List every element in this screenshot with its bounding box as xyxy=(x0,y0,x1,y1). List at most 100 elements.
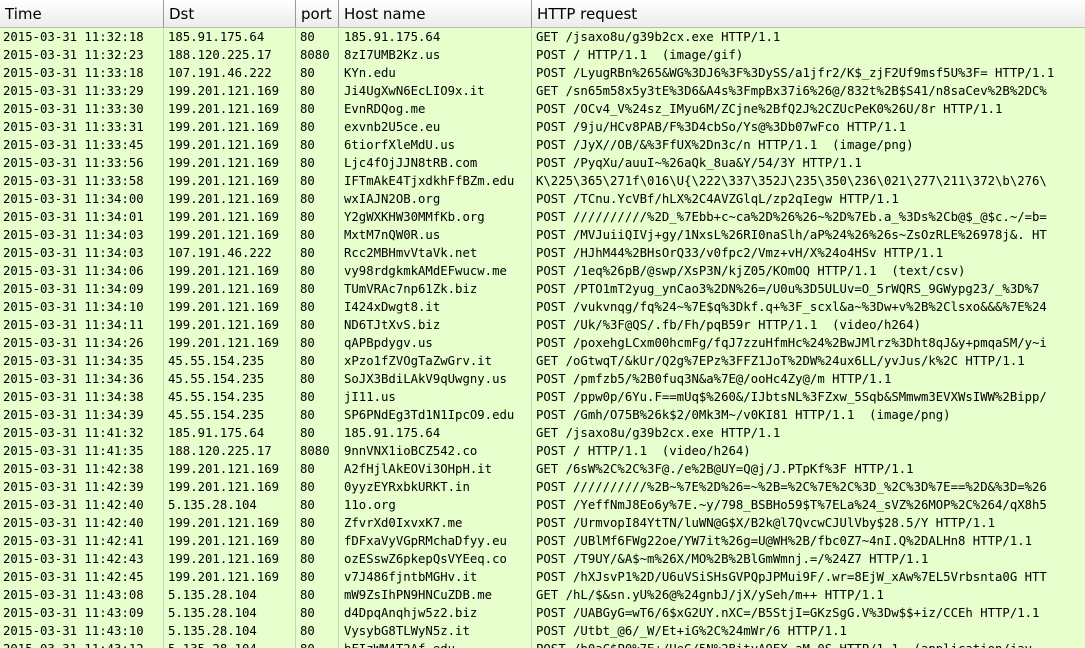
column-header-host-name[interactable]: Host name xyxy=(339,0,532,27)
table-row[interactable]: 2015-03-31 11:34:36 45.55.154.235 80 SoJX3B… xyxy=(0,370,1085,388)
table-row[interactable]: 2015-03-31 11:42:38 199.201.121.169 80 A2fH… xyxy=(0,460,1085,478)
table-row[interactable]: 2015-03-31 11:42:40 5.135.28.104 80 11o.org… xyxy=(0,496,1085,514)
cell-http-request: POST //////////%2B~%7E%2D%26=~%2B=%2C%7E… xyxy=(536,480,1047,494)
packet-list-table: Time Dst port Host name HTTP request 201… xyxy=(0,0,1085,648)
table-row[interactable]: 2015-03-31 11:33:29 199.201.121.169 80 Ji4U… xyxy=(0,82,1085,100)
cell-port: 80 xyxy=(296,640,339,648)
cell-http-request: POST /hXJsvP1%2D/U6uVSiSHsGVPQpJPMui9F/.… xyxy=(536,570,1047,584)
cell-time: 2015-03-31 11:42:40 xyxy=(0,496,164,514)
table-row[interactable]: 2015-03-31 11:32:23 188.120.225.17 8080 8zI… xyxy=(0,46,1085,64)
table-row[interactable]: 2015-03-31 11:34:03 199.201.121.169 80 MxtM… xyxy=(0,226,1085,244)
cell-port: 80 xyxy=(296,100,339,118)
table-row[interactable]: 2015-03-31 11:43:08 5.135.28.104 80 mW9ZsIh… xyxy=(0,586,1085,604)
table-row[interactable]: 2015-03-31 11:43:10 5.135.28.104 80 VysybG8… xyxy=(0,622,1085,640)
cell-http-request: POST /b0aC$P0%7E+/UeG/5N%2BityA9EX_aM.0S… xyxy=(532,640,1085,648)
cell-time: 2015-03-31 11:42:40 xyxy=(0,514,164,532)
cell-port: 80 xyxy=(296,568,339,586)
cell-time: 2015-03-31 11:33:30 xyxy=(0,100,164,118)
cell-port: 80 xyxy=(296,478,339,496)
cell-dst: 199.201.121.169 xyxy=(164,262,296,280)
cell-host-name: 185.91.175.64 xyxy=(339,28,532,46)
table-row[interactable]: 2015-03-31 11:42:43 199.201.121.169 80 ozES… xyxy=(0,550,1085,568)
cell-host-name: vy98rdgkmkAMdEFwucw.me xyxy=(339,262,532,280)
cell-dst: 199.201.121.169 xyxy=(164,100,296,118)
table-row[interactable]: 2015-03-31 11:33:58 199.201.121.169 80 IFTm… xyxy=(0,172,1085,190)
cell-time: 2015-03-31 11:34:00 xyxy=(0,190,164,208)
cell-dst: 199.201.121.169 xyxy=(164,478,296,496)
column-header-port[interactable]: port xyxy=(296,0,339,27)
cell-port: 80 xyxy=(296,244,339,262)
column-header-http-request[interactable]: HTTP request xyxy=(532,0,1085,27)
column-header-time[interactable]: Time xyxy=(0,0,164,27)
table-row[interactable]: 2015-03-31 11:34:01 199.201.121.169 80 Y2gW… xyxy=(0,208,1085,226)
cell-time: 2015-03-31 11:42:38 xyxy=(0,460,164,478)
cell-dst: 199.201.121.169 xyxy=(164,154,296,172)
table-row[interactable]: 2015-03-31 11:41:32 185.91.175.64 80 185.91… xyxy=(0,424,1085,442)
table-row[interactable]: 2015-03-31 11:33:30 199.201.121.169 80 EvnR… xyxy=(0,100,1085,118)
cell-http-request: POST /T9UY/&A$~m%26X/MO%2B%2BlGmWmnj.=/%… xyxy=(536,552,929,566)
table-row[interactable]: 2015-03-31 11:34:03 107.191.46.222 80 Rcc2M… xyxy=(0,244,1085,262)
table-row[interactable]: 2015-03-31 11:33:45 199.201.121.169 80 6tio… xyxy=(0,136,1085,154)
column-header-dst[interactable]: Dst xyxy=(164,0,296,27)
cell-dst: 199.201.121.169 xyxy=(164,190,296,208)
cell-http-request: GET /sn65m58x5y3tE%3D6&A4s%3FmpBx37i6%26… xyxy=(536,84,1047,98)
cell-time: 2015-03-31 11:33:45 xyxy=(0,136,164,154)
cell-http-request: POST //////////%2D_%7Ebb+c~ca%2D%26%26~%… xyxy=(536,210,1047,224)
table-row[interactable]: 2015-03-31 11:33:18 107.191.46.222 80 KYn.e… xyxy=(0,64,1085,82)
cell-dst: 199.201.121.169 xyxy=(164,82,296,100)
cell-host-name: jI11.us xyxy=(339,388,532,406)
table-row[interactable]: 2015-03-31 11:42:39 199.201.121.169 80 0yyz… xyxy=(0,478,1085,496)
cell-host-name: xPzo1fZVOgTaZwGrv.it xyxy=(339,352,532,370)
cell-port: 80 xyxy=(296,604,339,622)
table-row[interactable]: 2015-03-31 11:32:18 185.91.175.64 80 185.91… xyxy=(0,28,1085,46)
cell-dst: 5.135.28.104 xyxy=(164,496,296,514)
table-row[interactable]: 2015-03-31 11:34:39 45.55.154.235 80 SP6PNd… xyxy=(0,406,1085,424)
cell-http-request: POST /TCnu.YcVBf/hLX%2C4AVZGlqL/zp2qIegw… xyxy=(536,192,899,206)
cell-http-request: POST / HTTP/1.1 (image/gif) xyxy=(536,48,744,62)
cell-host-name: Ljc4fOjJJN8tRB.com xyxy=(339,154,532,172)
cell-time: 2015-03-31 11:33:56 xyxy=(0,154,164,172)
cell-host-name: 9nnVNX1ioBCZ542.co xyxy=(339,442,532,460)
table-row[interactable]: 2015-03-31 11:43:09 5.135.28.104 80 d4DpqAn… xyxy=(0,604,1085,622)
cell-port: 80 xyxy=(296,622,339,640)
table-row[interactable]: 2015-03-31 11:34:35 45.55.154.235 80 xPzo1f… xyxy=(0,352,1085,370)
cell-host-name: TUmVRAc7np61Zk.biz xyxy=(339,280,532,298)
cell-http-request: POST /vukvnqg/fq%24~%7E$q%3Dkf.q+%3F_scx… xyxy=(536,300,1047,314)
cell-dst: 45.55.154.235 xyxy=(164,388,296,406)
cell-host-name: MxtM7nQW0R.us xyxy=(339,226,532,244)
cell-time: 2015-03-31 11:34:35 xyxy=(0,352,164,370)
table-row[interactable]: 2015-03-31 11:34:11 199.201.121.169 80 ND6T… xyxy=(0,316,1085,334)
cell-port: 80 xyxy=(296,460,339,478)
table-row[interactable]: 2015-03-31 11:34:38 45.55.154.235 80 jI11.u… xyxy=(0,388,1085,406)
cell-http-request: GET /jsaxo8u/g39b2cx.exe HTTP/1.1 xyxy=(536,426,781,440)
cell-http-request: POST /HJhM44%2BHsOrQ33/v0fpc2/Vmz+vH/X%2… xyxy=(536,246,944,260)
cell-time: 2015-03-31 11:42:41 xyxy=(0,532,164,550)
table-row[interactable]: 2015-03-31 11:34:06 199.201.121.169 80 vy98… xyxy=(0,262,1085,280)
cell-http-request: POST /Uk/%3F@QS/.fb/Fh/pqB59r HTTP/1.1 (… xyxy=(536,318,921,332)
table-row[interactable]: 2015-03-31 11:42:40 199.201.121.169 80 Zfvr… xyxy=(0,514,1085,532)
cell-http-request: POST /UrmvopI84YtTN/luWN@G$X/B2k@l7QvcwC… xyxy=(536,516,996,530)
cell-time: 2015-03-31 11:34:03 xyxy=(0,226,164,244)
table-row[interactable]: 2015-03-31 11:42:45 199.201.121.169 80 v7J4… xyxy=(0,568,1085,586)
cell-time: 2015-03-31 11:34:36 xyxy=(0,370,164,388)
cell-http-request: POST /UABGyG=wT6/6$xG2UY.nXC=/B5StjI=GKz… xyxy=(536,606,1040,620)
table-row[interactable]: 2015-03-31 11:34:10 199.201.121.169 80 I424… xyxy=(0,298,1085,316)
cell-time: 2015-03-31 11:41:35 xyxy=(0,442,164,460)
table-row[interactable]: 2015-03-31 11:34:26 199.201.121.169 80 qAPB… xyxy=(0,334,1085,352)
cell-port: 80 xyxy=(296,334,339,352)
table-row[interactable]: 2015-03-31 11:34:09 199.201.121.169 80 TUmV… xyxy=(0,280,1085,298)
cell-host-name: A2fHjlAkEOVi3OHpH.it xyxy=(339,460,532,478)
table-row[interactable]: 2015-03-31 11:33:56 199.201.121.169 80 Ljc4… xyxy=(0,154,1085,172)
table-row[interactable]: 2015-03-31 11:33:31 199.201.121.169 80 exvn… xyxy=(0,118,1085,136)
table-row[interactable]: 2015-03-31 11:42:41 199.201.121.169 80 fDFx… xyxy=(0,532,1085,550)
cell-port: 80 xyxy=(296,136,339,154)
table-row[interactable]: 2015-03-31 11:34:00 199.201.121.169 80 wxIA… xyxy=(0,190,1085,208)
cell-time: 2015-03-31 11:43:09 xyxy=(0,604,164,622)
cell-http-request: POST /poxehgLCxm00hcmFg/fqJ7zzuHfmHc%24%… xyxy=(536,336,1047,350)
table-row[interactable]: 2015-03-31 11:43:125.135.28.10480bFIzWM4… xyxy=(0,640,1085,648)
cell-time: 2015-03-31 11:34:38 xyxy=(0,388,164,406)
cell-port: 80 xyxy=(296,496,339,514)
table-row[interactable]: 2015-03-31 11:41:35 188.120.225.17 8080 9nn… xyxy=(0,442,1085,460)
cell-http-request: POST /Gmh/O75B%26k$2/0Mk3M~/v0KI81 HTTP/… xyxy=(536,408,951,422)
cell-time: 2015-03-31 11:33:58 xyxy=(0,172,164,190)
